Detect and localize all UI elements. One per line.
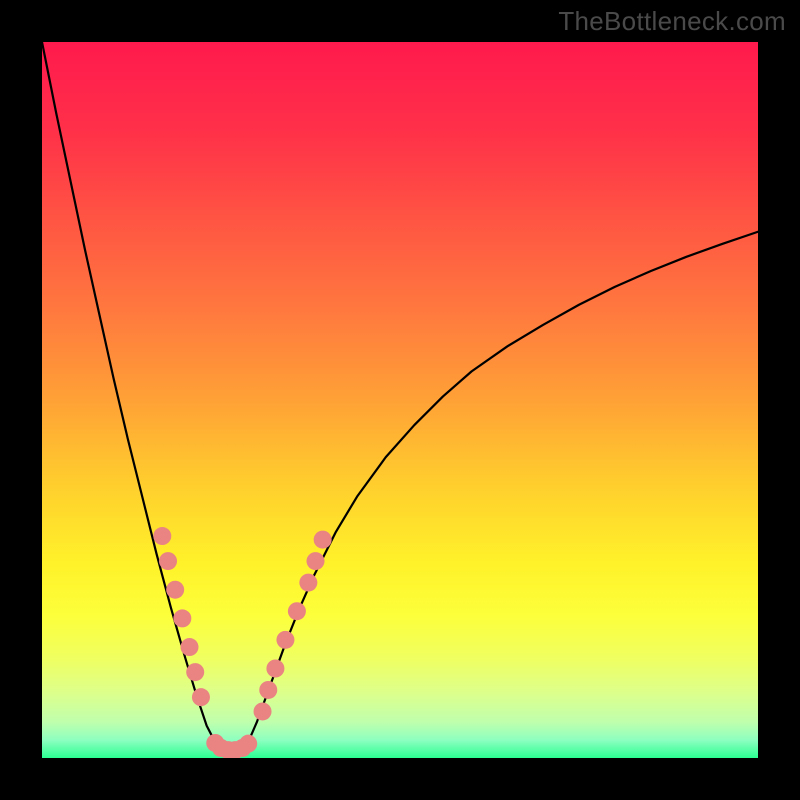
data-marker [299, 574, 317, 592]
data-marker [186, 663, 204, 681]
plot-area [42, 42, 758, 758]
data-marker [166, 581, 184, 599]
data-marker [159, 552, 177, 570]
data-marker [307, 552, 325, 570]
gradient-background [42, 42, 758, 758]
data-marker [239, 735, 257, 753]
data-marker [266, 660, 284, 678]
chart-stage: TheBottleneck.com [0, 0, 800, 800]
data-marker [288, 602, 306, 620]
plot-svg [42, 42, 758, 758]
data-marker [254, 702, 272, 720]
data-marker [153, 527, 171, 545]
data-marker [276, 631, 294, 649]
data-marker [314, 531, 332, 549]
data-marker [173, 609, 191, 627]
data-marker [192, 688, 210, 706]
watermark-text: TheBottleneck.com [558, 6, 786, 37]
data-marker [259, 681, 277, 699]
data-marker [181, 638, 199, 656]
